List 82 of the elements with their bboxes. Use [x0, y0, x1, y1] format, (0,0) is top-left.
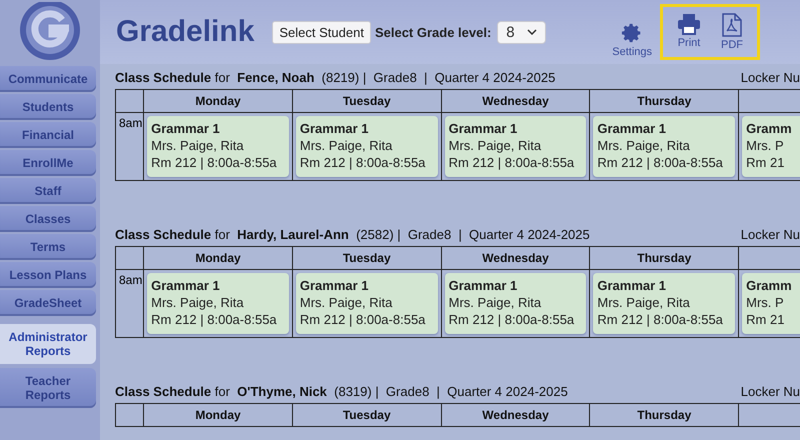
day-header: Tuesday [292, 404, 442, 426]
teacher-name: Mrs. P [746, 137, 785, 154]
pdf-file-icon [722, 13, 742, 37]
day-header: Monday [144, 90, 292, 112]
sidebar-item[interactable]: EnrollMe [0, 150, 96, 176]
schedule-title: Class Schedule for Hardy, Laurel-Ann (2582) | Grade8 | Quarter 4 2024-2025 [115, 227, 590, 242]
class-card[interactable]: Grammar 1 Mrs. Paige, Rita Rm 212 | 8:00a-8:55a [593, 273, 736, 334]
sidebar-item[interactable]: Financial [0, 122, 96, 148]
select-student-button[interactable]: Select Student [272, 20, 371, 44]
teacher-name: Mrs. Paige, Rita [597, 137, 691, 154]
day-header: Thursday [590, 246, 739, 270]
course-name: Gramm [746, 277, 793, 294]
room-time: Rm 212 | 8:00a-8:55a [597, 154, 724, 171]
day-header: Monday [144, 246, 292, 270]
schedule-title: Class Schedule for Fence, Noah (8219) | Grade8 | Quarter 4 2024-2025 [115, 70, 556, 85]
course-name: Grammar 1 [151, 120, 221, 137]
grade-level-label: Select Grade level: [374, 24, 492, 40]
app-name: Gradelink [116, 15, 254, 49]
day-header: Thursday [590, 90, 739, 112]
room-time: Rm 21 [746, 311, 786, 328]
course-name: Grammar 1 [597, 120, 668, 137]
locker-label: Locker Nu [740, 227, 800, 242]
day-header: Tuesday [292, 90, 442, 112]
class-card[interactable]: Grammar 1 Mrs. Paige, Rita Rm 212 | 8:00a-8:55a [147, 116, 289, 177]
room-time: Rm 212 | 8:00a-8:55a [151, 154, 278, 171]
sidebar-item[interactable]: Staff [0, 178, 96, 204]
class-card[interactable]: Grammar 1 Mrs. Paige, Rita Rm 212 | 8:00a-8:55a [593, 116, 736, 177]
teacher-name: Mrs. Paige, Rita [300, 294, 394, 311]
class-card[interactable]: Grammar 1 Mrs. Paige, Rita Rm 212 | 8:00a-8:55a [296, 273, 438, 334]
teacher-name: Mrs. Paige, Rita [151, 294, 245, 311]
course-name: Grammar 1 [597, 277, 668, 294]
class-card[interactable]: Gramm Mrs. P Rm 21 [742, 273, 800, 334]
day-header: Wednesday [441, 246, 590, 270]
sidebar-item[interactable]: Terms [0, 234, 96, 260]
course-name: Grammar 1 [300, 120, 370, 137]
teacher-name: Mrs. Paige, Rita [300, 137, 394, 154]
course-name: Grammar 1 [300, 277, 370, 294]
printer-icon [677, 13, 701, 35]
sidebar-item[interactable]: Lesson Plans [0, 262, 96, 288]
room-time: Rm 212 | 8:00a-8:55a [448, 311, 576, 328]
sidebar-item[interactable]: Administrator Reports [0, 324, 96, 364]
sidebar-item[interactable]: Students [0, 94, 96, 120]
day-header: Tuesday [292, 246, 442, 270]
room-time: Rm 212 | 8:00a-8:55a [300, 154, 426, 171]
sidebar-item[interactable]: Communicate [0, 66, 96, 92]
class-card[interactable]: Gramm Mrs. P Rm 21 [742, 116, 800, 177]
settings-button[interactable]: Settings [604, 20, 660, 60]
locker-label: Locker Nu [740, 70, 800, 85]
course-name: Grammar 1 [151, 277, 221, 294]
day-header: Monday [144, 404, 292, 426]
day-header: Wednesday [441, 404, 590, 426]
class-card[interactable]: Grammar 1 Mrs. Paige, Rita Rm 212 | 8:00a-8:55a [444, 273, 586, 334]
room-time: Rm 212 | 8:00a-8:55a [151, 311, 278, 328]
chevron-icon [526, 29, 537, 35]
day-header: Thursday [590, 404, 739, 426]
teacher-name: Mrs. Paige, Rita [597, 294, 691, 311]
room-time: Rm 21 [746, 154, 786, 171]
day-header: Wednesday [441, 90, 590, 112]
sidebar-item[interactable]: Classes [0, 206, 96, 232]
room-time: Rm 212 | 8:00a-8:55a [448, 154, 576, 171]
course-name: Grammar 1 [448, 277, 518, 294]
course-name: Gramm [746, 120, 793, 137]
sidebar-item[interactable]: Teacher Reports [0, 368, 96, 408]
pdf-button[interactable]: PDF [713, 11, 751, 53]
room-time: Rm 212 | 8:00a-8:55a [597, 311, 724, 328]
teacher-name: Mrs. Paige, Rita [448, 137, 542, 154]
locker-label: Locker Nu [740, 384, 800, 399]
teacher-name: Mrs. Paige, Rita [448, 294, 542, 311]
schedule-title: Class Schedule for O'Thyme, Nick (8319) | Grade8 | Quarter 4 2024-2025 [115, 384, 568, 399]
print-button[interactable]: Print [669, 11, 709, 53]
class-card[interactable]: Grammar 1 Mrs. Paige, Rita Rm 212 | 8:00a-8:55a [296, 116, 438, 177]
settings-icon [621, 22, 644, 44]
teacher-name: Mrs. P [746, 294, 785, 311]
class-card[interactable]: Grammar 1 Mrs. Paige, Rita Rm 212 | 8:00a-8:55a [444, 116, 586, 177]
time-cell: 8am [116, 270, 144, 338]
grade-level-select[interactable]: 8 [497, 20, 546, 44]
teacher-name: Mrs. Paige, Rita [151, 137, 245, 154]
course-name: Grammar 1 [448, 120, 518, 137]
sidebar-item[interactable]: GradeSheet [0, 290, 96, 316]
class-card[interactable]: Grammar 1 Mrs. Paige, Rita Rm 212 | 8:00a-8:55a [147, 273, 289, 334]
room-time: Rm 212 | 8:00a-8:55a [300, 311, 426, 328]
time-cell: 8am [116, 112, 144, 180]
